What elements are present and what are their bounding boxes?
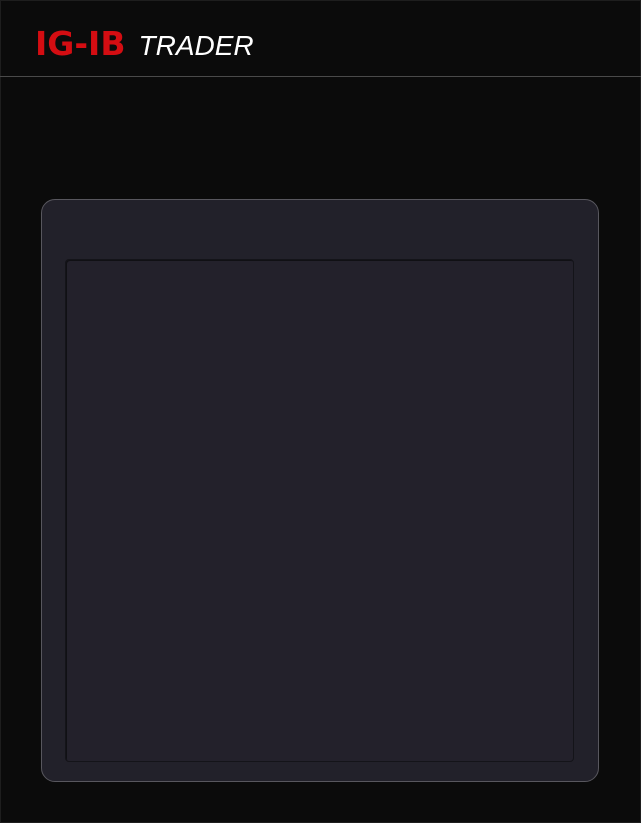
logo-product-text: TRADER [138,30,254,61]
app-header: IG-IB TRADER [0,0,641,77]
logo-brand-text: IG-IB [35,24,126,63]
panel-content-area [65,259,574,762]
main-panel [41,199,599,782]
app-logo[interactable]: IG-IB TRADER [35,24,254,66]
